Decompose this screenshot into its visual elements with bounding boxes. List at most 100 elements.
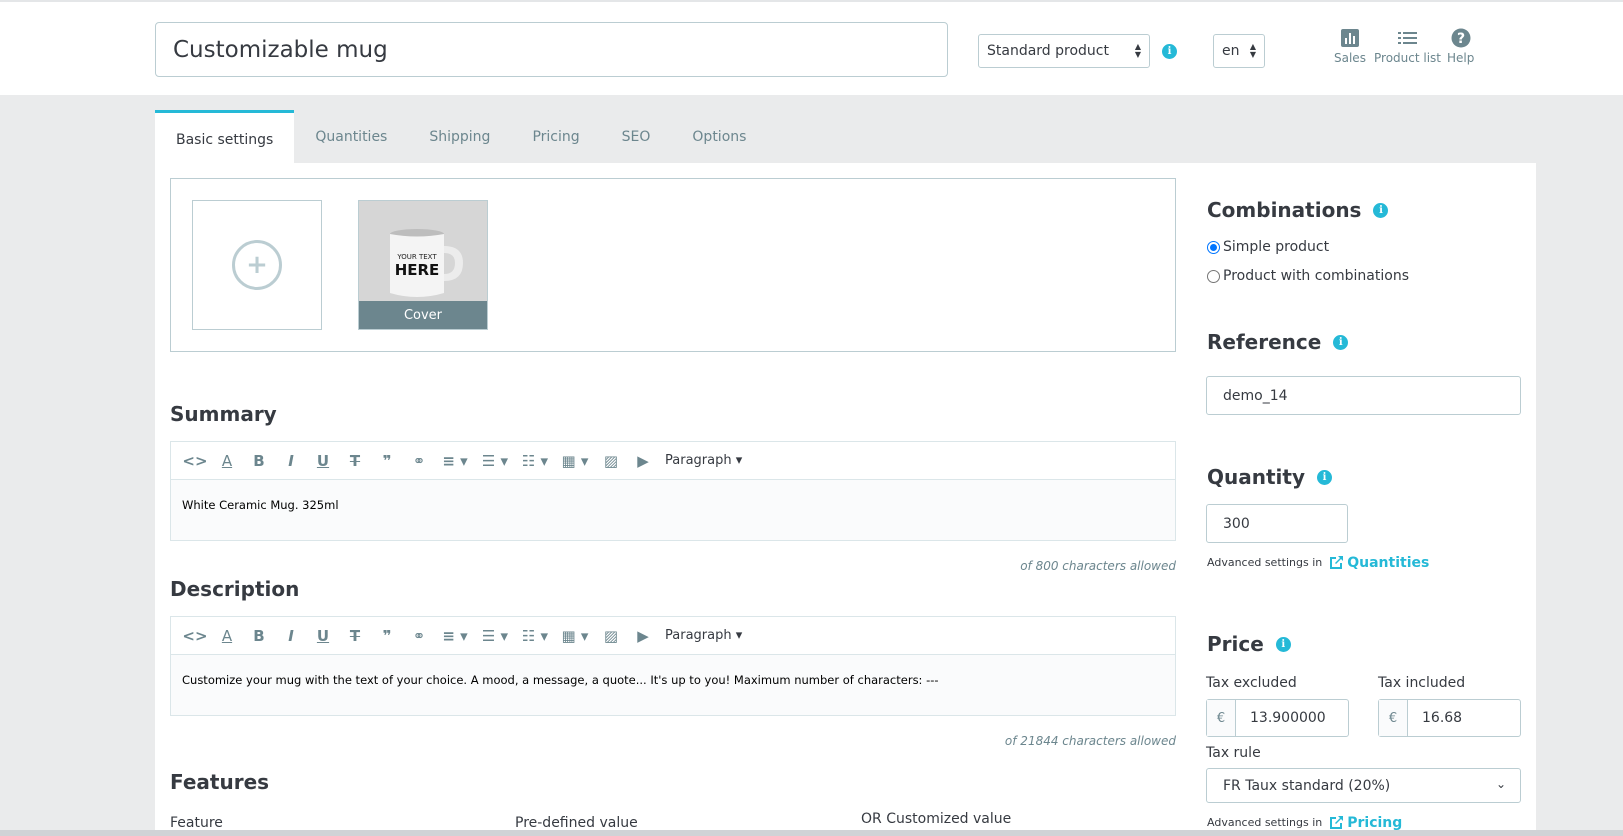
quote-icon[interactable]: ❞ [371,621,403,651]
tab-options[interactable]: Options [671,110,767,163]
bullet-list-icon[interactable]: ☰ ▾ [475,621,515,651]
reference-input[interactable]: demo_14 [1206,376,1521,415]
simple-product-radio[interactable]: Simple product [1207,239,1329,255]
media-icon[interactable]: ▶ [627,446,659,476]
language-select[interactable]: en ▲ ▼ [1213,34,1265,68]
align-icon[interactable]: ≡ ▾ [435,446,475,476]
product-list-button[interactable]: Product list [1374,28,1441,65]
paragraph-format-select[interactable]: Paragraph ▾ [659,628,748,643]
currency-symbol: € [1207,700,1236,736]
underline-icon[interactable]: U [307,446,339,476]
tab-seo[interactable]: SEO [601,110,672,163]
quantities-link-text: Quantities [1347,554,1430,571]
select-arrows-icon: ▲ ▼ [1134,42,1141,59]
quantity-title: Quantity i [1207,465,1332,489]
svg-text:?: ? [1457,31,1465,47]
tax-excluded-label: Tax excluded [1206,675,1297,691]
description-toolbar: <> A B I U T ❞ ⚭ ≡ ▾ ☰ ▾ ☷ ▾ ▦ ▾ ▨ ▶ Par… [171,617,1175,655]
description-char-count: of 21844 characters allowed [1004,734,1176,748]
strikethrough-icon[interactable]: T [339,446,371,476]
tax-excluded-value: 13.900000 [1250,710,1326,726]
price-info-icon[interactable]: i [1275,636,1291,652]
product-type-info-icon[interactable]: i [1162,44,1177,59]
tax-included-label: Tax included [1378,675,1466,691]
text-color-icon[interactable]: A [211,621,243,651]
quote-icon[interactable]: ❞ [371,446,403,476]
image-icon[interactable]: ▨ [595,621,627,651]
price-advanced-settings: Advanced settings in Pricing [1207,814,1402,831]
image-icon[interactable]: ▨ [595,446,627,476]
link-icon[interactable]: ⚭ [403,446,435,476]
price-title-text: Price [1207,632,1264,656]
combinations-title-text: Combinations [1207,198,1362,222]
combinations-info-icon[interactable]: i [1373,202,1389,218]
media-icon[interactable]: ▶ [627,621,659,651]
code-icon[interactable]: <> [179,446,211,476]
product-type-value: Standard product [987,43,1109,59]
numbered-list-icon[interactable]: ☷ ▾ [515,621,555,651]
bold-icon[interactable]: B [243,446,275,476]
numbered-list-icon[interactable]: ☷ ▾ [515,446,555,476]
svg-text:YOUR TEXT: YOUR TEXT [396,253,437,261]
chevron-down-icon: ⌄ [1495,777,1506,791]
external-link-icon [1330,816,1344,829]
currency-symbol: € [1379,700,1408,736]
paragraph-format-select[interactable]: Paragraph ▾ [659,453,748,468]
tax-included-value: 16.68 [1422,710,1463,726]
description-content[interactable]: Customize your mug with the text of your… [171,655,1175,715]
product-type-select[interactable]: Standard product ▲ ▼ [978,34,1150,68]
italic-icon[interactable]: I [275,621,307,651]
radio-unselected-icon[interactable] [1207,269,1220,283]
product-image-cover[interactable]: YOUR TEXT HERE Cover [358,200,488,330]
reference-title: Reference i [1207,330,1349,354]
table-icon[interactable]: ▦ ▾ [555,621,595,651]
tab-pricing[interactable]: Pricing [511,110,600,163]
tax-rule-label: Tax rule [1206,745,1261,761]
tab-shipping[interactable]: Shipping [408,110,511,163]
description-editor[interactable]: <> A B I U T ❞ ⚭ ≡ ▾ ☰ ▾ ☷ ▾ ▦ ▾ ▨ ▶ Par… [170,616,1176,716]
add-image-button[interactable]: + [192,200,322,330]
align-icon[interactable]: ≡ ▾ [435,621,475,651]
combinations-product-label: Product with combinations [1223,268,1409,284]
tab-quantities[interactable]: Quantities [294,110,408,163]
mug-image: YOUR TEXT HERE [359,201,487,303]
sales-label: Sales [1334,51,1366,65]
underline-icon[interactable]: U [307,621,339,651]
tax-included-price-input[interactable]: € 16.68 [1378,699,1521,737]
sales-button[interactable]: Sales [1334,28,1366,65]
tax-rule-select[interactable]: FR Taux standard (20%) ⌄ [1206,768,1521,803]
summary-editor[interactable]: <> A B I U T ❞ ⚭ ≡ ▾ ☰ ▾ ☷ ▾ ▦ ▾ ▨ ▶ Par… [170,441,1176,541]
quantity-input[interactable]: 300 [1206,504,1348,543]
italic-icon[interactable]: I [275,446,307,476]
paragraph-label: Paragraph [665,453,732,468]
language-value: en [1222,43,1240,59]
select-arrows-icon: ▲ ▼ [1249,42,1256,59]
product-tabs: Basic settings Quantities Shipping Prici… [155,110,767,163]
product-name-input[interactable]: Customizable mug [155,22,948,77]
product-list-label: Product list [1374,51,1442,65]
bold-icon[interactable]: B [243,621,275,651]
summary-content[interactable]: White Ceramic Mug. 325ml [171,480,1175,540]
quantities-link[interactable]: Quantities [1328,554,1429,571]
link-icon[interactable]: ⚭ [403,621,435,651]
bar-chart-icon [1340,29,1359,47]
text-color-icon[interactable]: A [211,446,243,476]
code-icon[interactable]: <> [179,621,211,651]
pricing-link-text: Pricing [1347,814,1403,831]
strikethrough-icon[interactable]: T [339,621,371,651]
radio-selected-icon[interactable] [1207,240,1220,254]
combinations-product-radio[interactable]: Product with combinations [1207,268,1409,284]
table-icon[interactable]: ▦ ▾ [555,446,595,476]
pricing-link[interactable]: Pricing [1328,814,1402,831]
bullet-list-icon[interactable]: ☰ ▾ [475,446,515,476]
tax-excluded-price-input[interactable]: € 13.900000 [1206,699,1349,737]
reference-info-icon[interactable]: i [1333,334,1349,350]
quantity-info-icon[interactable]: i [1317,469,1332,485]
simple-product-label: Simple product [1223,239,1330,255]
features-title: Features [170,770,270,794]
help-label: Help [1447,51,1475,65]
paragraph-label: Paragraph [665,628,732,643]
help-button[interactable]: ? Help [1447,28,1474,65]
tab-basic-settings[interactable]: Basic settings [155,110,295,163]
advanced-settings-text: Advanced settings in [1207,556,1323,569]
